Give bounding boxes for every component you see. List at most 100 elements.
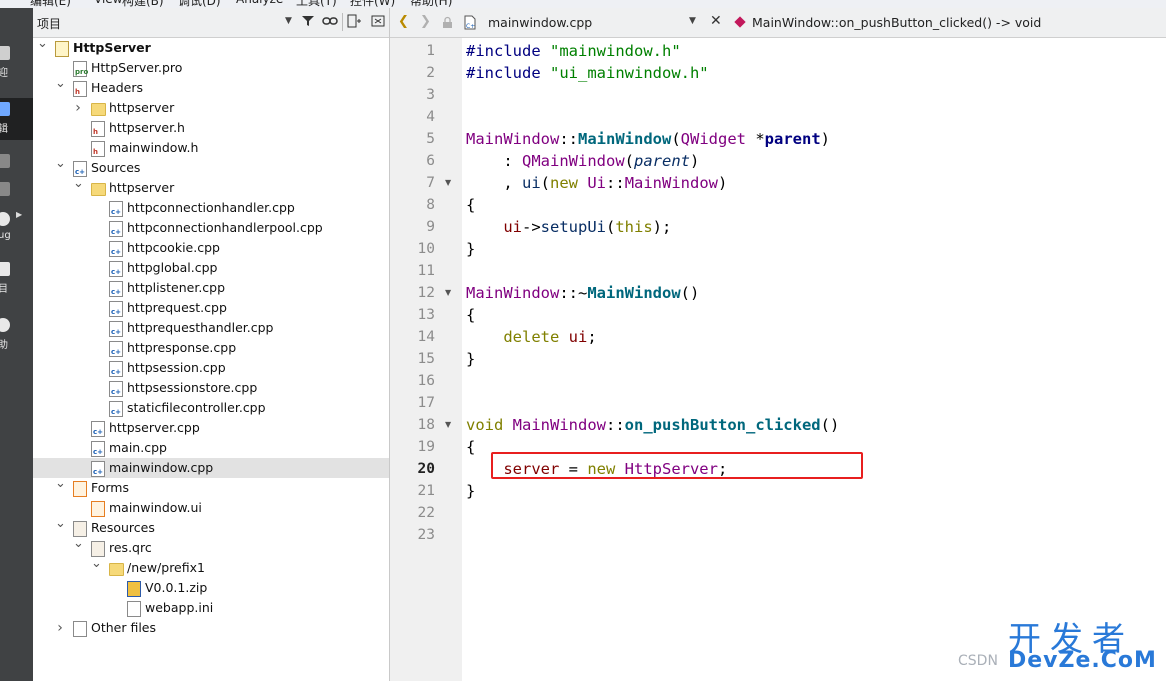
lock-icon[interactable]: [442, 16, 453, 32]
tree-item-label: V0.0.1.zip: [145, 580, 208, 595]
tree-item[interactable]: ⌄ res.qrc: [33, 537, 389, 558]
chevron-down-icon[interactable]: ▼: [285, 16, 292, 26]
project-view-combo[interactable]: 项目: [37, 15, 61, 32]
cpp-file-icon: C+: [464, 15, 476, 34]
folder-icon: [109, 563, 124, 576]
mode-edit[interactable]: 辑: [0, 98, 33, 140]
tree-item[interactable]: › Other files: [33, 618, 389, 638]
tree-item[interactable]: h httpserver.h: [33, 118, 389, 138]
tree-item-label: httpserver: [109, 180, 175, 195]
tree-item[interactable]: ⌄ /new/prefix1: [33, 557, 389, 578]
tree-item[interactable]: c+ httpsessionstore.cpp: [33, 378, 389, 398]
tree-item[interactable]: ⌄ h Headers: [33, 77, 389, 98]
tree-item-label: HttpServer: [73, 40, 151, 55]
line-number: 23: [417, 527, 435, 543]
chevron-right-icon[interactable]: ›: [73, 101, 83, 115]
highlight-box: [491, 452, 863, 479]
chevron-down-icon[interactable]: ▼: [689, 16, 696, 26]
tree-item[interactable]: ⌄ Resources: [33, 517, 389, 538]
chevron-down-icon[interactable]: ⌄: [37, 37, 48, 51]
tree-item[interactable]: c+ httpglobal.cpp: [33, 258, 389, 278]
chevron-down-icon[interactable]: ⌄: [91, 557, 102, 571]
chevron-down-icon[interactable]: ⌄: [73, 537, 84, 551]
line-number: 3: [426, 87, 435, 103]
project-pane: 项目 ▼ ⌄ HttpServer pro HttpServer.pro ⌄ h Heade…: [33, 8, 390, 681]
tree-item-label: webapp.ini: [145, 600, 214, 615]
tree-item[interactable]: mainwindow.ui: [33, 498, 389, 518]
mode-debug[interactable]: ug ▶: [0, 208, 33, 250]
back-arrow-icon[interactable]: ❮: [398, 14, 409, 29]
link-icon[interactable]: [322, 14, 338, 30]
tree-item[interactable]: c+ httpresponse.cpp: [33, 338, 389, 358]
tree-item[interactable]: webapp.ini: [33, 598, 389, 618]
tree-item[interactable]: c+ httpserver.cpp: [33, 418, 389, 438]
chevron-down-icon[interactable]: ⌄: [55, 517, 66, 531]
chevron-down-icon[interactable]: ⌄: [55, 77, 66, 91]
mode-help[interactable]: 助: [0, 314, 33, 356]
open-file-name[interactable]: mainwindow.cpp: [488, 15, 592, 30]
project-toolbar: 项目 ▼: [33, 8, 389, 38]
tree-item[interactable]: V0.0.1.zip: [33, 578, 389, 598]
fold-marker-icon[interactable]: ▼: [445, 288, 451, 297]
tree-item[interactable]: c+ httpconnectionhandler.cpp: [33, 198, 389, 218]
line-number: 6: [426, 153, 435, 169]
menu-item[interactable]: Analyze: [236, 0, 283, 6]
tree-item[interactable]: c+ httplistener.cpp: [33, 278, 389, 298]
filter-icon[interactable]: [300, 14, 316, 30]
chevron-down-icon[interactable]: ⌄: [55, 477, 66, 491]
tree-item[interactable]: ⌄ httpserver: [33, 177, 389, 198]
tree-item[interactable]: › httpserver: [33, 98, 389, 118]
code-line: }: [466, 482, 476, 500]
tree-item[interactable]: h mainwindow.h: [33, 138, 389, 158]
menu-item[interactable]: 控件(W): [350, 0, 395, 8]
fold-marker-icon[interactable]: ▼: [445, 178, 451, 187]
tree-item[interactable]: c+ httprequest.cpp: [33, 298, 389, 318]
menu-item[interactable]: 构建(B): [122, 0, 164, 8]
tree-item[interactable]: c+ staticfilecontroller.cpp: [33, 398, 389, 418]
tree-item[interactable]: c+ main.cpp: [33, 438, 389, 458]
chevron-down-icon[interactable]: ⌄: [55, 157, 66, 171]
code-line: }: [466, 350, 476, 368]
symbol-selector[interactable]: MainWindow::on_pushButton_clicked() -> v…: [752, 15, 1041, 30]
tree-item[interactable]: c+ httpconnectionhandlerpool.cpp: [33, 218, 389, 238]
tree-item[interactable]: c+ httpsession.cpp: [33, 358, 389, 378]
chevron-down-icon[interactable]: ⌄: [73, 177, 84, 191]
menu-item[interactable]: View: [94, 0, 122, 6]
line-number: 12: [417, 285, 435, 301]
line-number: 15: [417, 351, 435, 367]
tree-item-label: httpserver.cpp: [109, 420, 200, 435]
mode-welcome[interactable]: 迎: [0, 42, 33, 84]
menu-item[interactable]: 调试(D): [178, 0, 221, 8]
line-number: 20: [417, 461, 435, 477]
tree-item[interactable]: ⌄ c+ Sources: [33, 157, 389, 178]
line-number: 18: [417, 417, 435, 433]
cpp-file-icon: c+: [109, 281, 123, 297]
tree-item[interactable]: pro HttpServer.pro: [33, 58, 389, 78]
menu-item[interactable]: 帮助(H): [410, 0, 452, 8]
cpp-file-icon: c+: [73, 161, 87, 177]
cpp-file-icon: c+: [109, 401, 123, 417]
cpp-file-icon: c+: [91, 461, 105, 477]
menu-item[interactable]: 工具(T): [296, 0, 337, 8]
tree-item-label: Headers: [91, 80, 144, 95]
tree-item-label: res.qrc: [109, 540, 152, 555]
menu-bar: 编辑(E) View构建(B) 调试(D) Analyze 工具(T) 控件(W) 帮助(H…: [0, 0, 1166, 8]
close-icon[interactable]: ✕: [710, 13, 722, 29]
tree-item[interactable]: c+ mainwindow.cpp: [33, 458, 389, 478]
mode-projects[interactable]: 目: [0, 258, 33, 300]
tree-item-label: httpglobal.cpp: [127, 260, 218, 275]
forward-arrow-icon[interactable]: ❯: [420, 14, 431, 29]
fold-marker-icon[interactable]: ▼: [445, 420, 451, 429]
line-number: 21: [417, 483, 435, 499]
tree-item[interactable]: ⌄ HttpServer: [33, 37, 389, 58]
chevron-right-icon: ▶: [16, 210, 23, 219]
split-icon[interactable]: [346, 14, 362, 30]
code-line: }: [466, 240, 476, 258]
tree-item[interactable]: c+ httprequesthandler.cpp: [33, 318, 389, 338]
code-line: {: [466, 306, 476, 324]
tree-item[interactable]: c+ httpcookie.cpp: [33, 238, 389, 258]
tree-item[interactable]: ⌄ Forms: [33, 477, 389, 498]
menu-item[interactable]: 编辑(E): [30, 0, 71, 8]
chevron-right-icon[interactable]: ›: [55, 621, 65, 635]
close-pane-icon[interactable]: [370, 14, 386, 30]
